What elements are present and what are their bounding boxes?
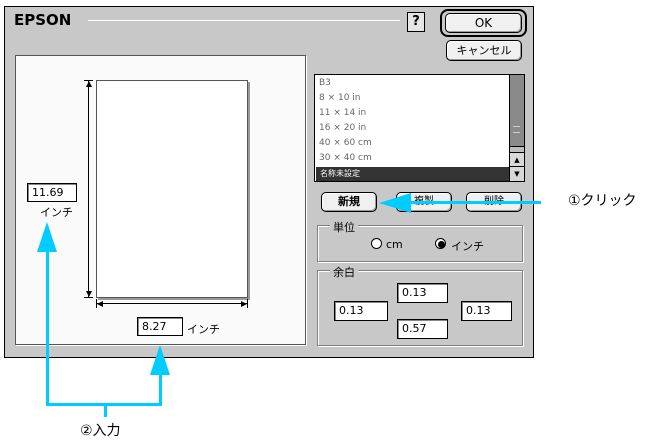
list-item[interactable]: 30 × 40 cm bbox=[319, 153, 372, 163]
cm-radio[interactable] bbox=[371, 238, 382, 249]
height-unit-label: インチ bbox=[40, 206, 73, 219]
cm-radio-label[interactable]: cm bbox=[386, 238, 403, 251]
margin-top-input[interactable]: 0.13 bbox=[397, 283, 448, 303]
title-divider bbox=[88, 20, 400, 21]
list-item[interactable]: 16 × 20 in bbox=[319, 123, 366, 133]
new-button[interactable]: 新規 bbox=[321, 192, 377, 212]
radio-selected-dot bbox=[438, 241, 445, 248]
width-input[interactable]: 8.27 bbox=[137, 317, 183, 336]
annotation-arrow-up-icon bbox=[150, 345, 170, 375]
height-dimension-line bbox=[88, 80, 89, 298]
list-item[interactable]: 8 × 10 in bbox=[319, 93, 361, 103]
scroll-up-button[interactable]: ▲ bbox=[510, 152, 524, 166]
triangle-up-icon: ▲ bbox=[514, 156, 520, 164]
annotation-connector-line bbox=[46, 250, 49, 405]
height-dimension-tick-bottom bbox=[84, 297, 93, 298]
list-item-selected[interactable]: 名称未設定 bbox=[316, 167, 510, 181]
height-input[interactable]: 11.69 bbox=[27, 183, 77, 202]
width-dimension-tick-right bbox=[247, 299, 248, 308]
annotation-arrow-up-icon bbox=[37, 222, 57, 252]
arrow-down-icon bbox=[86, 291, 92, 297]
margin-bottom-input[interactable]: 0.57 bbox=[397, 319, 448, 339]
margin-right-input[interactable]: 0.13 bbox=[461, 301, 512, 321]
arrow-up-icon bbox=[86, 81, 92, 87]
triangle-down-icon: ▼ bbox=[514, 170, 520, 178]
margin-group-label: 余白 bbox=[330, 264, 358, 280]
annotation-input-label: ②入力 bbox=[80, 423, 121, 439]
annotation-arrow-left-icon bbox=[379, 193, 411, 213]
scroll-grip-icon bbox=[513, 126, 520, 133]
width-unit-label: インチ bbox=[187, 323, 220, 336]
scroll-down-button[interactable]: ▼ bbox=[510, 166, 524, 181]
inch-radio-label[interactable]: インチ bbox=[451, 238, 484, 254]
paper-size-list[interactable]: B3 8 × 10 in 11 × 14 in 16 × 20 in 40 × … bbox=[314, 74, 525, 182]
annotation-click-label: ①クリック bbox=[568, 193, 637, 209]
arrow-left-icon bbox=[97, 301, 103, 307]
help-button[interactable]: ? bbox=[407, 12, 425, 32]
list-item[interactable]: 40 × 60 cm bbox=[319, 138, 372, 148]
arrow-right-icon bbox=[241, 301, 247, 307]
unit-group-label: 単位 bbox=[330, 219, 358, 235]
list-item[interactable]: B3 bbox=[319, 78, 331, 88]
paper-preview-sheet bbox=[96, 80, 248, 298]
scroll-thumb[interactable] bbox=[510, 75, 524, 147]
margin-left-input[interactable]: 0.13 bbox=[334, 301, 388, 321]
annotation-connector-line bbox=[104, 403, 107, 417]
ok-button[interactable]: OK bbox=[445, 13, 522, 33]
annotation-pointer-line bbox=[411, 201, 541, 204]
list-item[interactable]: 11 × 14 in bbox=[319, 108, 366, 118]
dialog-title: EPSON bbox=[14, 11, 72, 29]
annotation-connector-line bbox=[159, 375, 162, 405]
cancel-button[interactable]: キャンセル bbox=[446, 40, 522, 61]
width-dimension-line bbox=[96, 303, 248, 304]
